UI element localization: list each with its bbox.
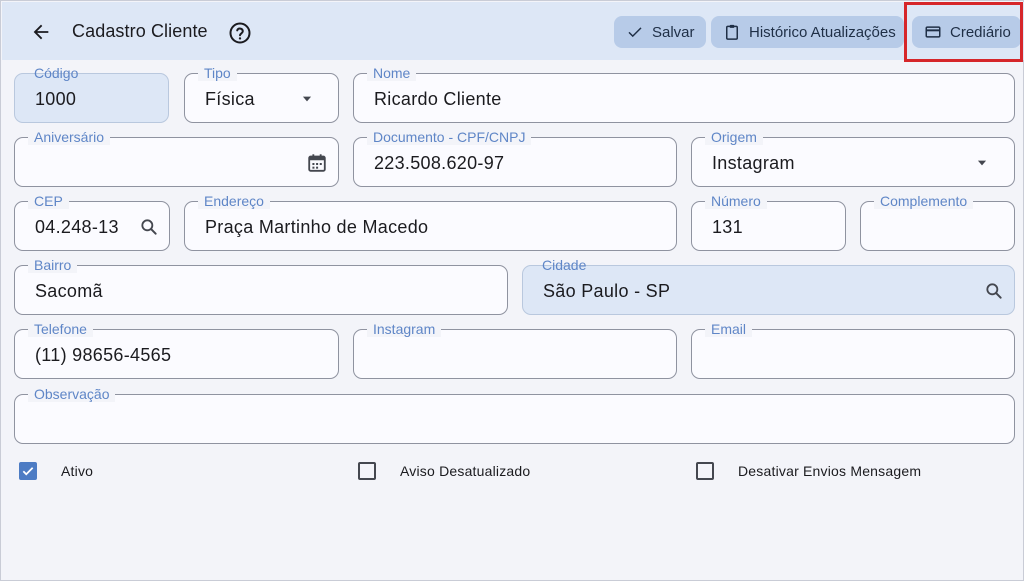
origem-value: Instagram: [712, 153, 795, 173]
aniversario-label: Aniversário: [28, 129, 111, 145]
telefone-label: Telefone: [28, 321, 93, 337]
observacao-field[interactable]: Observação: [14, 386, 1015, 444]
credit-button-label: Crediário: [950, 23, 1011, 41]
ativo-checkbox[interactable]: Ativo: [19, 459, 93, 483]
credit-card-icon: [925, 26, 941, 38]
ativo-label: Ativo: [61, 463, 94, 479]
complemento-label: Complemento: [874, 193, 974, 209]
aviso-checkbox-box[interactable]: [358, 462, 376, 480]
email-label: Email: [705, 321, 753, 337]
codigo-value: 1000: [35, 89, 77, 109]
ativo-checkbox-box[interactable]: [19, 462, 37, 480]
endereco-value: Praça Martinho de Macedo: [205, 217, 429, 237]
instagram-label: Instagram: [367, 321, 442, 337]
documento-label: Documento - CPF/CNPJ: [367, 129, 532, 145]
check-icon: [22, 467, 34, 476]
aniversario-field[interactable]: Aniversário: [14, 129, 339, 187]
endereco-field[interactable]: Endereço Praça Martinho de Macedo: [184, 193, 677, 251]
app-bar: Cadastro Cliente Salvar Histórico Atuali…: [2, 2, 1024, 60]
bairro-value: Sacomã: [35, 281, 103, 301]
tipo-select[interactable]: Tipo Física: [184, 65, 339, 123]
search-icon[interactable]: [137, 215, 161, 239]
cidade-value: São Paulo - SP: [543, 281, 671, 301]
codigo-field[interactable]: Código 1000: [14, 65, 169, 123]
nome-label: Nome: [367, 65, 417, 81]
bairro-field[interactable]: Bairro Sacomã: [14, 257, 508, 315]
desativar-checkbox[interactable]: Desativar Envios Mensagem: [696, 459, 921, 483]
bairro-label: Bairro: [28, 257, 78, 273]
desativar-label: Desativar Envios Mensagem: [738, 463, 922, 479]
calendar-icon[interactable]: [305, 151, 329, 175]
numero-value: 131: [712, 217, 743, 237]
cep-field[interactable]: CEP 04.248-13: [14, 193, 170, 251]
clipboard-icon: [726, 24, 738, 40]
cep-label: CEP: [28, 193, 69, 209]
save-button[interactable]: Salvar: [614, 16, 706, 48]
back-button[interactable]: [28, 19, 54, 45]
nome-value: Ricardo Cliente: [374, 89, 502, 109]
cep-value: 04.248-13: [35, 217, 119, 237]
tipo-label: Tipo: [198, 65, 237, 81]
cidade-label: Cidade: [542, 257, 587, 273]
instagram-field[interactable]: Instagram: [353, 321, 677, 379]
page-title: Cadastro Cliente: [72, 21, 208, 41]
history-button-label: Histórico Atualizações: [749, 23, 896, 41]
arrow-left-icon: [33, 24, 49, 40]
search-icon[interactable]: [982, 279, 1006, 303]
observacao-label: Observação: [28, 386, 116, 402]
dropdown-arrow-icon[interactable]: [970, 151, 994, 175]
numero-field[interactable]: Número 131: [691, 193, 846, 251]
history-button[interactable]: Histórico Atualizações: [711, 16, 904, 48]
numero-label: Número: [705, 193, 767, 209]
documento-field[interactable]: Documento - CPF/CNPJ 223.508.620-97: [353, 129, 677, 187]
help-circle-icon: [229, 22, 251, 44]
save-button-label: Salvar: [652, 23, 695, 41]
codigo-label: Código: [34, 65, 79, 81]
documento-value: 223.508.620-97: [374, 153, 505, 173]
aviso-label: Aviso Desatualizado: [400, 463, 531, 479]
cidade-field[interactable]: Cidade São Paulo - SP: [522, 257, 1015, 315]
nome-field[interactable]: Nome Ricardo Cliente: [353, 65, 1015, 123]
check-icon: [628, 27, 642, 38]
help-button[interactable]: [228, 21, 252, 45]
origem-label: Origem: [705, 129, 763, 145]
desativar-checkbox-box[interactable]: [696, 462, 714, 480]
aviso-checkbox[interactable]: Aviso Desatualizado: [358, 459, 530, 483]
origem-select[interactable]: Origem Instagram: [691, 129, 1015, 187]
app-window: Cadastro Cliente Salvar Histórico Atuali…: [0, 0, 1024, 581]
credit-button[interactable]: Crediário: [912, 16, 1021, 48]
complemento-field[interactable]: Complemento: [860, 193, 1015, 251]
dropdown-arrow-icon[interactable]: [295, 87, 319, 111]
tipo-value: Física: [205, 89, 255, 109]
endereco-label: Endereço: [198, 193, 270, 209]
email-field[interactable]: Email: [691, 321, 1015, 379]
telefone-field[interactable]: Telefone (11) 98656-4565: [14, 321, 339, 379]
telefone-value: (11) 98656-4565: [35, 345, 172, 365]
